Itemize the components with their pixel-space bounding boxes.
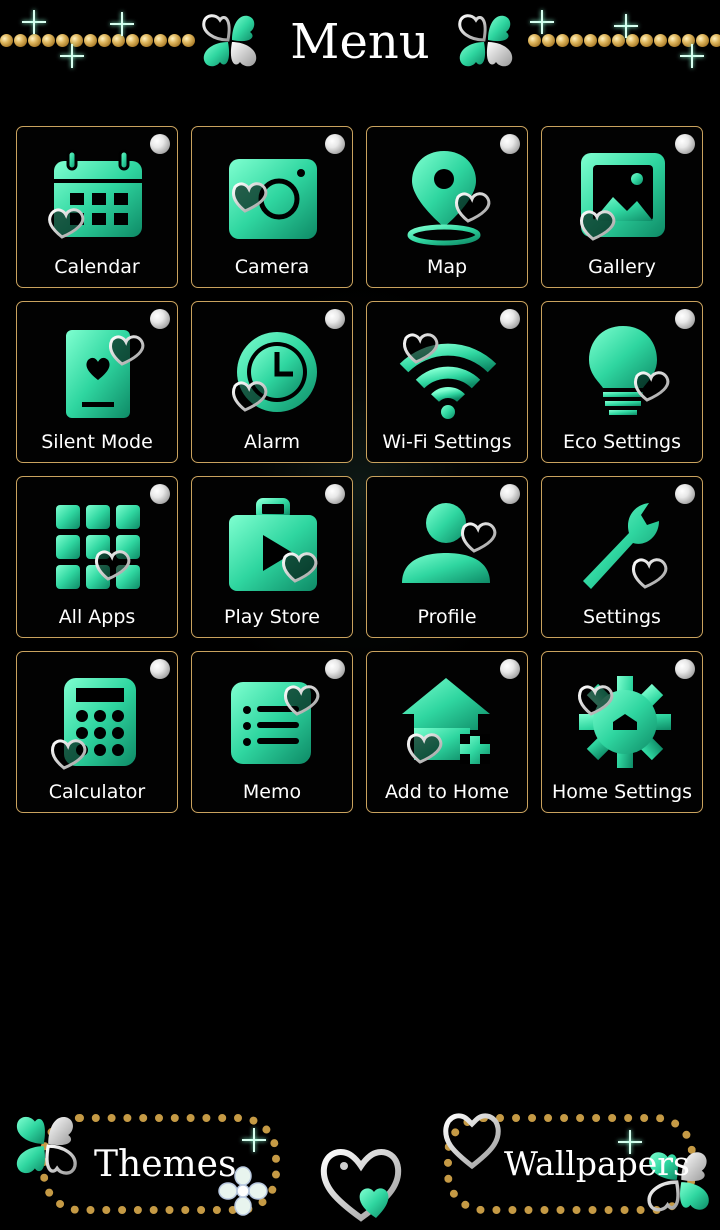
menu-item-label: Play Store (224, 606, 320, 628)
sparkle-icon (614, 14, 638, 38)
header: Menu (0, 0, 720, 90)
camera-icon (229, 159, 317, 239)
pearl-decoration (675, 484, 695, 504)
menu-item-settings[interactable]: Settings (541, 476, 703, 638)
gear-icon (577, 676, 671, 768)
pearl-decoration (500, 309, 520, 329)
silent-mode-icon (66, 330, 145, 418)
sparkle-icon (60, 44, 84, 68)
lightbulb-icon (589, 326, 670, 415)
menu-item-profile[interactable]: Profile (366, 476, 528, 638)
clock-icon (231, 332, 317, 412)
pearl-decoration (675, 309, 695, 329)
menu-item-label: Map (426, 256, 468, 278)
menu-item-eco-settings[interactable]: Eco Settings (541, 301, 703, 463)
memo-list-icon (231, 682, 320, 764)
menu-item-label: Calendar (54, 256, 140, 278)
menu-grid: Calendar Camera Map Gallery Silent Mode … (16, 126, 703, 813)
pearl-chain-left-decoration (0, 34, 195, 48)
pearl-decoration (500, 484, 520, 504)
pearl-decoration (500, 134, 520, 154)
themes-button[interactable]: Themes (6, 1100, 282, 1226)
menu-item-play-store[interactable]: Play Store (191, 476, 353, 638)
menu-item-all-apps[interactable]: All Apps (16, 476, 178, 638)
pearl-decoration (675, 659, 695, 679)
menu-item-label: Calculator (48, 781, 146, 803)
grid-icon (56, 505, 140, 589)
themes-label: Themes (94, 1144, 237, 1185)
sparkle-icon (242, 1128, 266, 1152)
pearl-decoration (325, 484, 345, 504)
menu-item-map[interactable]: Map (366, 126, 528, 288)
calculator-icon (50, 678, 136, 770)
wifi-icon (399, 333, 497, 419)
pearl-decoration (150, 659, 170, 679)
menu-item-gallery[interactable]: Gallery (541, 126, 703, 288)
wallpapers-button[interactable]: Wallpapers (438, 1100, 720, 1226)
menu-item-label: Add to Home (384, 781, 510, 803)
wrench-icon (583, 503, 668, 589)
clover-icon (202, 14, 257, 67)
menu-item-label: Camera (234, 256, 310, 278)
menu-item-label: Wi-Fi Settings (382, 431, 512, 453)
sparkle-icon (680, 44, 704, 68)
pearl-decoration (325, 659, 345, 679)
pearl-decoration (500, 659, 520, 679)
menu-item-alarm[interactable]: Alarm (191, 301, 353, 463)
menu-item-silent-mode[interactable]: Silent Mode (16, 301, 178, 463)
pearl-decoration (325, 309, 345, 329)
gallery-icon (579, 153, 665, 241)
page-title: Menu (290, 14, 430, 70)
menu-item-home-settings[interactable]: Home Settings (541, 651, 703, 813)
heart-icon (320, 1149, 402, 1222)
menu-item-calendar[interactable]: Calendar (16, 126, 178, 288)
map-pin-icon (407, 151, 491, 246)
heart-icon (443, 1113, 501, 1170)
person-icon (402, 503, 497, 583)
menu-item-label: Home Settings (551, 781, 693, 803)
menu-item-label: Silent Mode (41, 431, 153, 453)
menu-item-add-to-home[interactable]: Add to Home (366, 651, 528, 813)
pearl-decoration (325, 134, 345, 154)
menu-item-label: Profile (417, 606, 477, 628)
menu-item-calculator[interactable]: Calculator (16, 651, 178, 813)
pearl-decoration (150, 484, 170, 504)
home-plus-icon (402, 678, 490, 764)
menu-item-label: Alarm (244, 431, 300, 453)
sparkle-icon (110, 12, 134, 36)
pearl-decoration (150, 309, 170, 329)
pearl-decoration (675, 134, 695, 154)
menu-item-memo[interactable]: Memo (191, 651, 353, 813)
calendar-icon (48, 149, 142, 239)
menu-item-label: Eco Settings (562, 431, 682, 453)
pearl-decoration (150, 134, 170, 154)
menu-item-camera[interactable]: Camera (191, 126, 353, 288)
menu-item-label: All Apps (58, 606, 136, 628)
menu-item-label: Gallery (588, 256, 656, 278)
wallpapers-label: Wallpapers (504, 1144, 690, 1183)
menu-item-wifi-settings[interactable]: Wi-Fi Settings (366, 301, 528, 463)
sparkle-icon (530, 10, 554, 34)
clover-icon (16, 1116, 77, 1175)
menu-item-label: Settings (583, 606, 661, 628)
sparkle-icon (22, 10, 46, 34)
menu-item-label: Memo (242, 781, 302, 803)
shopping-bag-play-icon (229, 498, 318, 591)
clover-icon (458, 14, 513, 67)
